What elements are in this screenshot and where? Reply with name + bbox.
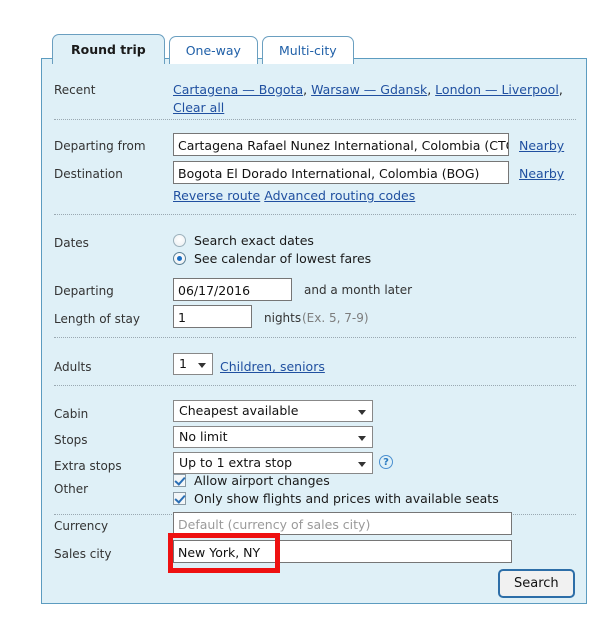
recent-label: Recent (54, 83, 96, 97)
divider-2 (54, 214, 576, 215)
tab-round-trip-label: Round trip (71, 42, 146, 57)
adults-select[interactable]: 1 (173, 353, 213, 375)
nights-hint: (Ex. 5, 7-9) (302, 311, 369, 325)
advanced-routing-codes-link[interactable]: Advanced routing codes (264, 188, 415, 203)
recent-sep-2: , (427, 82, 436, 97)
recent-link-1[interactable]: Cartagena — Bogota (173, 82, 303, 97)
divider-4 (54, 385, 576, 386)
divider-3 (54, 337, 576, 338)
dates-label: Dates (54, 236, 89, 250)
cabin-label: Cabin (54, 407, 89, 421)
extra-stops-select-value: Up to 1 extra stop (179, 455, 293, 470)
departing-from-label: Departing from (54, 139, 146, 153)
destination-input[interactable]: Bogota El Dorado International, Colombia… (173, 161, 509, 184)
checkbox-only-available-seats-control[interactable] (173, 492, 186, 505)
recent-sep-1: , (303, 82, 312, 97)
chevron-down-icon (358, 436, 366, 441)
radio-calendar-lowest-fares[interactable]: See calendar of lowest fares (173, 251, 371, 266)
checkbox-allow-airport-changes-control[interactable] (173, 474, 186, 487)
clear-all-link[interactable]: Clear all (173, 100, 224, 115)
departing-date-label: Departing (54, 284, 114, 298)
children-seniors-link[interactable]: Children, seniors (220, 359, 325, 374)
nearby-link-destination[interactable]: Nearby (519, 166, 564, 181)
radio-exact-dates-control[interactable] (173, 234, 186, 247)
recent-sep-3: , (558, 82, 563, 97)
chevron-down-icon (198, 363, 206, 368)
extra-stops-label: Extra stops (54, 459, 122, 473)
and-month-later-text: and a month later (304, 283, 413, 297)
help-icon[interactable]: ? (379, 455, 393, 469)
destination-label: Destination (54, 167, 123, 181)
tab-one-way[interactable]: One-way (168, 36, 258, 64)
cabin-select-value: Cheapest available (179, 403, 299, 418)
stops-label: Stops (54, 433, 88, 447)
currency-input[interactable]: Default (currency of sales city) (173, 512, 512, 535)
checkbox-only-available-seats-label: Only show flights and prices with availa… (194, 491, 499, 506)
recent-link-3[interactable]: London — Liverpool (435, 82, 559, 97)
other-label: Other (54, 482, 89, 496)
checkbox-allow-airport-changes-label: Allow airport changes (194, 473, 330, 488)
divider-1 (54, 119, 576, 120)
stops-select[interactable]: No limit (173, 426, 373, 448)
departing-from-input[interactable]: Cartagena Rafael Nunez International, Co… (173, 133, 509, 156)
tab-round-trip[interactable]: Round trip (52, 34, 165, 64)
length-of-stay-label: Length of stay (54, 312, 140, 326)
radio-calendar-lowest-fares-label: See calendar of lowest fares (194, 251, 372, 266)
chevron-down-icon (358, 462, 366, 467)
tab-multi-city-label: Multi-city (278, 43, 337, 58)
reverse-route-link[interactable]: Reverse route (173, 188, 260, 203)
adults-select-value: 1 (179, 356, 187, 371)
length-of-stay-input[interactable]: 1 (173, 305, 252, 328)
radio-exact-dates-label: Search exact dates (194, 233, 314, 248)
route-helper-links: Reverse route Advanced routing codes (173, 188, 415, 203)
nearby-link-departing[interactable]: Nearby (519, 138, 564, 153)
radio-exact-dates[interactable]: Search exact dates (173, 233, 314, 248)
tab-one-way-label: One-way (185, 43, 241, 58)
stops-select-value: No limit (179, 429, 228, 444)
radio-calendar-lowest-fares-control[interactable] (173, 252, 186, 265)
checkbox-only-available-seats[interactable]: Only show flights and prices with availa… (173, 491, 499, 506)
recent-link-2[interactable]: Warsaw — Gdansk (311, 82, 427, 97)
checkbox-allow-airport-changes[interactable]: Allow airport changes (173, 473, 330, 488)
trip-type-tabs: Round trip One-way Multi-city (52, 34, 354, 64)
departing-date-input[interactable]: 06/17/2016 (173, 278, 292, 301)
sales-city-label: Sales city (54, 547, 112, 561)
sales-city-input[interactable]: New York, NY (173, 540, 512, 563)
flight-search-form: Recent Cartagena — Bogota, Warsaw — Gdan… (41, 58, 587, 604)
chevron-down-icon (358, 410, 366, 415)
nights-label: nights (264, 311, 302, 325)
cabin-select[interactable]: Cheapest available (173, 400, 373, 422)
extra-stops-select[interactable]: Up to 1 extra stop (173, 452, 373, 474)
recent-links: Cartagena — Bogota, Warsaw — Gdansk, Lon… (173, 81, 563, 117)
tab-multi-city[interactable]: Multi-city (261, 36, 354, 64)
adults-label: Adults (54, 360, 92, 374)
search-button[interactable]: Search (498, 569, 575, 598)
currency-label: Currency (54, 519, 109, 533)
